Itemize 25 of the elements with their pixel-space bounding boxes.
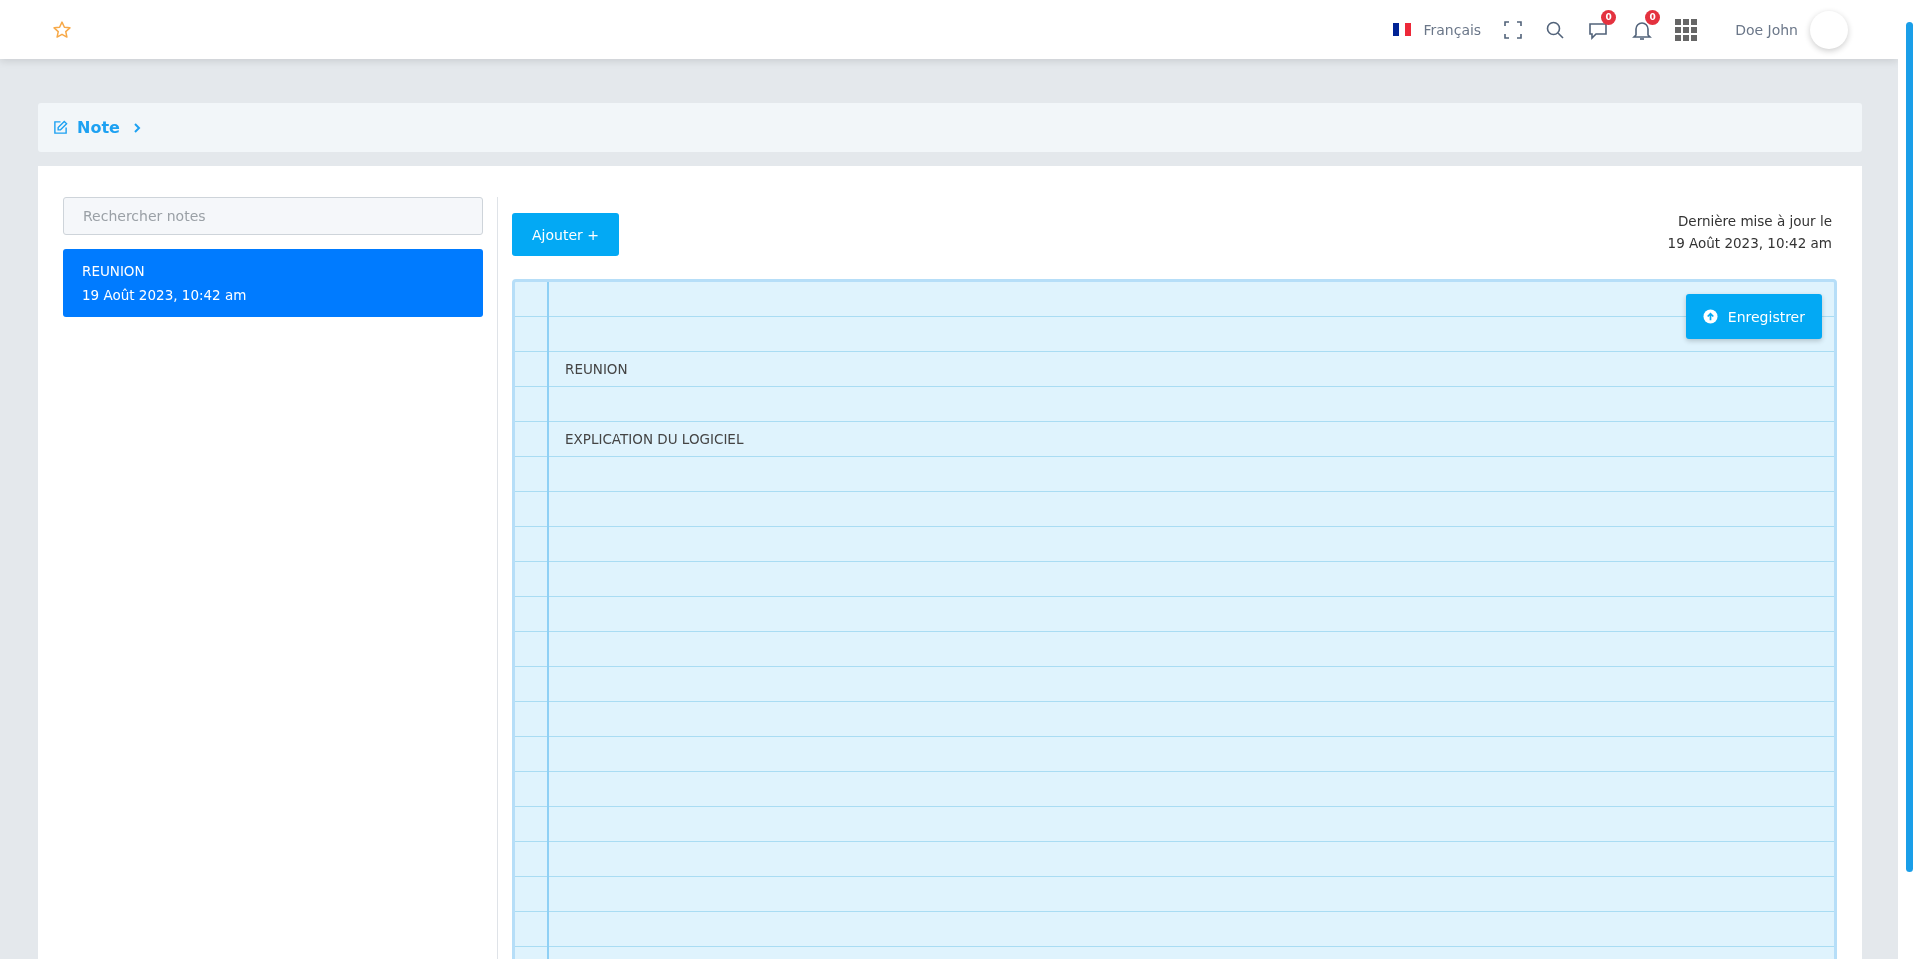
- note-title: REUNION: [82, 263, 146, 279]
- last-updated-label: Dernière mise à jour le: [1677, 213, 1832, 229]
- message-count-badge: 0: [1601, 9, 1617, 25]
- search-field[interactable]: Rechercher notes: [63, 197, 483, 235]
- lined-note-editor[interactable]: REUNION EXPLICATION DU LOGICIEL Enregistrer: [512, 279, 1837, 959]
- search-icon[interactable]: [1545, 19, 1566, 40]
- note-list-item[interactable]: REUNION 19 Août 2023, 10:42 am: [63, 249, 483, 317]
- scrollbar-thumb[interactable]: [1905, 22, 1913, 872]
- apps-grid-icon[interactable]: [1675, 18, 1698, 41]
- add-button[interactable]: Ajouter +: [512, 213, 619, 256]
- chevron-right-icon: [132, 122, 141, 133]
- note-date: 19 Août 2023, 10:42 am: [82, 287, 248, 303]
- language-selector[interactable]: Français: [1393, 21, 1482, 38]
- note-text-line: REUNION: [565, 361, 628, 377]
- notification-count-badge: 0: [1645, 9, 1661, 25]
- note-text-line: EXPLICATION DU LOGICIEL: [565, 431, 744, 447]
- fullscreen-icon[interactable]: [1503, 19, 1524, 40]
- save-button[interactable]: Enregistrer: [1685, 294, 1822, 339]
- user-name[interactable]: Doe John: [1735, 21, 1798, 38]
- flag-icon: [1393, 23, 1412, 36]
- last-updated-date: 19 Août 2023, 10:42 am: [1667, 235, 1832, 251]
- upload-icon: [1702, 309, 1718, 324]
- star-icon[interactable]: [52, 19, 72, 40]
- edit-icon: [53, 120, 68, 135]
- breadcrumb-title[interactable]: Note: [77, 118, 120, 137]
